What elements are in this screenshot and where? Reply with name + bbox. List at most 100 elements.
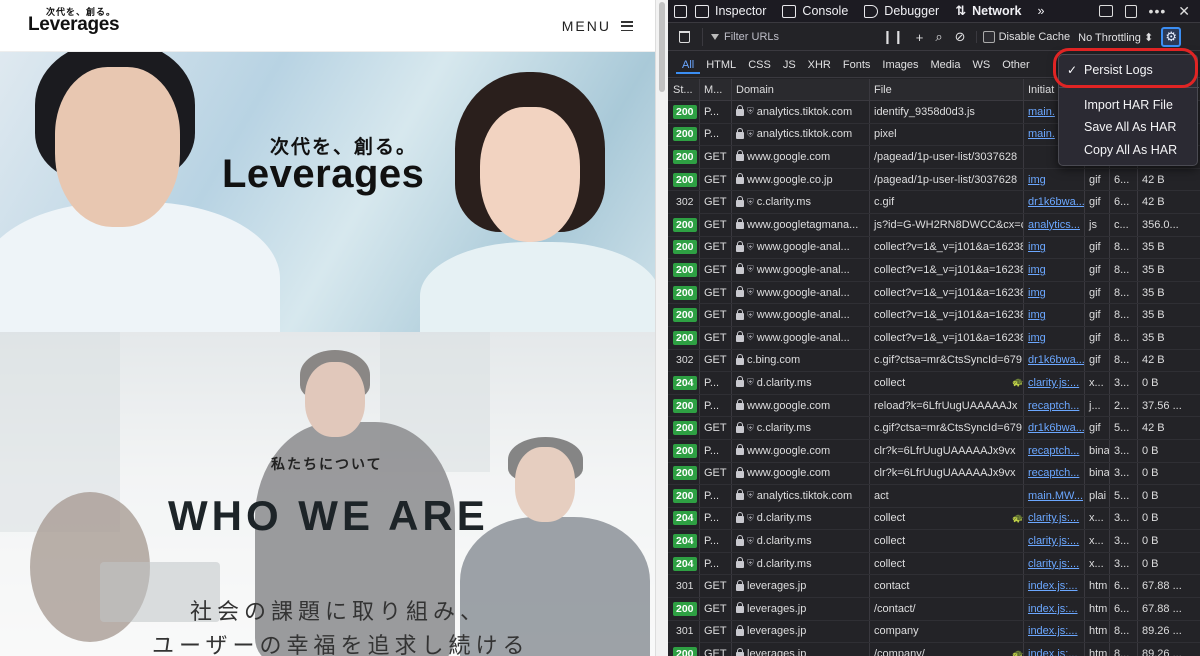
cell-transferred: 5... xyxy=(1110,417,1138,439)
initiator-link[interactable]: img xyxy=(1028,309,1046,321)
table-row[interactable]: 200 P... www.google.com reload?k=6LfrUugUAA… xyxy=(668,394,1200,418)
menu-item-save-har[interactable]: Save All As HAR xyxy=(1059,117,1199,137)
type-filter-js[interactable]: JS xyxy=(777,56,802,74)
initiator-link[interactable]: dr1k6bwa... xyxy=(1028,196,1084,208)
dock-icon[interactable] xyxy=(1098,5,1113,17)
initiator-link[interactable]: dr1k6bwa... xyxy=(1028,354,1084,366)
initiator-link[interactable]: recaptch... xyxy=(1028,445,1079,457)
table-row[interactable]: 200 P... ⛨ analytics.tiktok.com act main.MW..… xyxy=(668,485,1200,508)
cell-initiator: clarity.js:... xyxy=(1024,507,1085,530)
initiator-link[interactable]: main.MW... xyxy=(1028,490,1083,502)
table-row[interactable]: 302 GET ⛨ c.clarity.ms c.gif dr1k6bwa... gif 6.… xyxy=(668,191,1200,214)
block-icon[interactable]: ⊘ xyxy=(955,29,966,45)
type-filter-css[interactable]: CSS xyxy=(742,56,777,74)
pause-icon[interactable]: ❙❙ xyxy=(882,29,904,45)
table-row[interactable]: 200 GET www.google.co.jp/pagead/1p-user-li… xyxy=(668,168,1200,192)
more-tabs-button[interactable]: » xyxy=(1029,0,1052,23)
cell-file: company xyxy=(870,620,1024,643)
search-icon[interactable]: ⌕ xyxy=(935,29,942,45)
cell-initiator: dr1k6bwa... xyxy=(1024,349,1085,372)
add-icon[interactable]: + xyxy=(916,30,924,45)
scrollbar-thumb[interactable] xyxy=(659,2,665,92)
type-filter-ws[interactable]: WS xyxy=(966,56,996,74)
table-row[interactable]: 200 GET ⛨ www.google-anal... collect?v=1&_v=… xyxy=(668,281,1200,305)
initiator-link[interactable]: index.js:... xyxy=(1028,648,1078,656)
table-row[interactable]: 200 P... www.google.com clr?k=6LfrUugUAAAAA… xyxy=(668,439,1200,463)
gear-icon[interactable]: ⚙ xyxy=(1161,27,1182,47)
table-row[interactable]: 302 GET c.bing.com c.gif?ctsa=mr&CtsSyncId=… xyxy=(668,349,1200,373)
menu-button[interactable]: MENU xyxy=(562,18,633,34)
initiator-link[interactable]: clarity.js:... xyxy=(1028,558,1079,570)
table-row[interactable]: 200 GET ⛨ www.google-anal... collect?v=1&_v=… xyxy=(668,304,1200,327)
initiator-link[interactable]: clarity.js:... xyxy=(1028,377,1079,389)
cell-status: 204 xyxy=(668,552,700,575)
initiator-link[interactable]: img xyxy=(1028,174,1046,186)
column-header-domain[interactable]: Domain xyxy=(732,79,870,100)
initiator-link[interactable]: main. xyxy=(1028,128,1055,140)
table-row[interactable]: 200 GET ⛨ www.google-anal... collect?v=1&_v=… xyxy=(668,259,1200,282)
initiator-link[interactable]: analytics... xyxy=(1028,219,1080,231)
element-picker-icon[interactable] xyxy=(674,4,687,18)
type-filter-media[interactable]: Media xyxy=(924,56,966,74)
cell-status: 200 xyxy=(668,462,700,485)
table-row[interactable]: 301 GET leverages.jp contact index.js:... htm… xyxy=(668,575,1200,599)
cell-type: bina xyxy=(1085,439,1110,462)
throttling-select[interactable]: No Throttling ⬍ xyxy=(1078,31,1153,44)
table-row[interactable]: 200 GET leverages.jp/contact/index.js:... h… xyxy=(668,598,1200,621)
page-scrollbar[interactable] xyxy=(655,0,668,656)
type-filter-xhr[interactable]: XHR xyxy=(802,56,837,74)
type-filter-images[interactable]: Images xyxy=(876,56,924,74)
trash-icon[interactable] xyxy=(679,31,690,43)
table-row[interactable]: 200 GET leverages.jp/company/index.js:... h… xyxy=(668,643,1200,656)
more-options-icon[interactable]: ••• xyxy=(1149,3,1167,19)
table-row[interactable]: 204 P... ⛨ d.clarity.ms collect clarity.js:..… xyxy=(668,552,1200,576)
table-row[interactable]: 200 GET ⛨ www.google-anal... collect?v=1&_v=… xyxy=(668,236,1200,260)
column-header-file[interactable]: File xyxy=(870,79,1024,100)
cell-method: P... xyxy=(700,485,732,507)
filter-urls-input[interactable]: Filter URLs xyxy=(702,28,870,46)
initiator-link[interactable]: recaptch... xyxy=(1028,400,1079,412)
domain-text: d.clarity.ms xyxy=(756,535,812,548)
initiator-link[interactable]: img xyxy=(1028,241,1046,253)
table-row[interactable]: 200 GET www.google.com clr?k=6LfrUugUAAAAAJ… xyxy=(668,462,1200,486)
table-row[interactable]: 204 P... ⛨ d.clarity.ms collect clarity.js:..… xyxy=(668,530,1200,553)
disable-cache-checkbox[interactable]: Disable Cache xyxy=(975,31,1070,43)
cell-file: act xyxy=(870,485,1024,507)
initiator-link[interactable]: main. xyxy=(1028,106,1055,118)
type-filter-other[interactable]: Other xyxy=(996,56,1036,74)
tab-debugger[interactable]: Debugger xyxy=(856,0,947,23)
initiator-link[interactable]: index.js:... xyxy=(1028,580,1078,592)
type-filter-html[interactable]: HTML xyxy=(700,56,742,74)
initiator-link[interactable]: img xyxy=(1028,332,1046,344)
table-row[interactable]: 200 GET ⛨ www.google-anal... collect?v=1&_v=… xyxy=(668,326,1200,350)
cell-status: 302 xyxy=(668,349,700,372)
table-row[interactable]: 204 P... ⛨ d.clarity.ms collect clarity.js:..… xyxy=(668,372,1200,395)
tab-network[interactable]: ⇅ Network xyxy=(947,0,1029,23)
table-row[interactable]: 200 GET www.googletagmana... js?id=G-WH2RN8… xyxy=(668,213,1200,237)
initiator-link[interactable]: index.js:... xyxy=(1028,603,1078,615)
menu-item-copy-har[interactable]: Copy All As HAR xyxy=(1059,140,1199,160)
tab-inspector[interactable]: Inspector xyxy=(687,0,774,23)
tab-console[interactable]: Console xyxy=(774,0,856,23)
initiator-link[interactable]: recaptch... xyxy=(1028,467,1079,479)
menu-item-import-har[interactable]: Import HAR File xyxy=(1059,95,1199,115)
table-row[interactable]: 301 GET leverages.jp company index.js:... htm… xyxy=(668,620,1200,644)
initiator-link[interactable]: clarity.js:... xyxy=(1028,535,1079,547)
type-filter-all[interactable]: All xyxy=(676,56,701,74)
table-row[interactable]: 204 P... ⛨ d.clarity.ms collect clarity.js:..… xyxy=(668,507,1200,531)
column-header-method[interactable]: M... xyxy=(700,79,732,100)
cell-file: collect xyxy=(870,552,1024,575)
cell-method: P... xyxy=(700,372,732,394)
separate-window-icon[interactable] xyxy=(1124,4,1137,18)
type-filter-fonts[interactable]: Fonts xyxy=(837,56,877,74)
close-icon[interactable]: ✕ xyxy=(1178,3,1190,20)
initiator-link[interactable]: dr1k6bwa... xyxy=(1028,422,1084,434)
site-logo[interactable]: Leverages xyxy=(28,14,120,36)
initiator-link[interactable]: index.js:... xyxy=(1028,625,1078,637)
initiator-link[interactable]: img xyxy=(1028,264,1046,276)
status-badge: 200 xyxy=(673,330,697,345)
initiator-link[interactable]: clarity.js:... xyxy=(1028,512,1079,524)
initiator-link[interactable]: img xyxy=(1028,287,1046,299)
table-row[interactable]: 200 GET ⛨ c.clarity.ms c.gif?ctsa=mr&CtsSync… xyxy=(668,417,1200,440)
column-header-status[interactable]: St... xyxy=(668,79,700,100)
